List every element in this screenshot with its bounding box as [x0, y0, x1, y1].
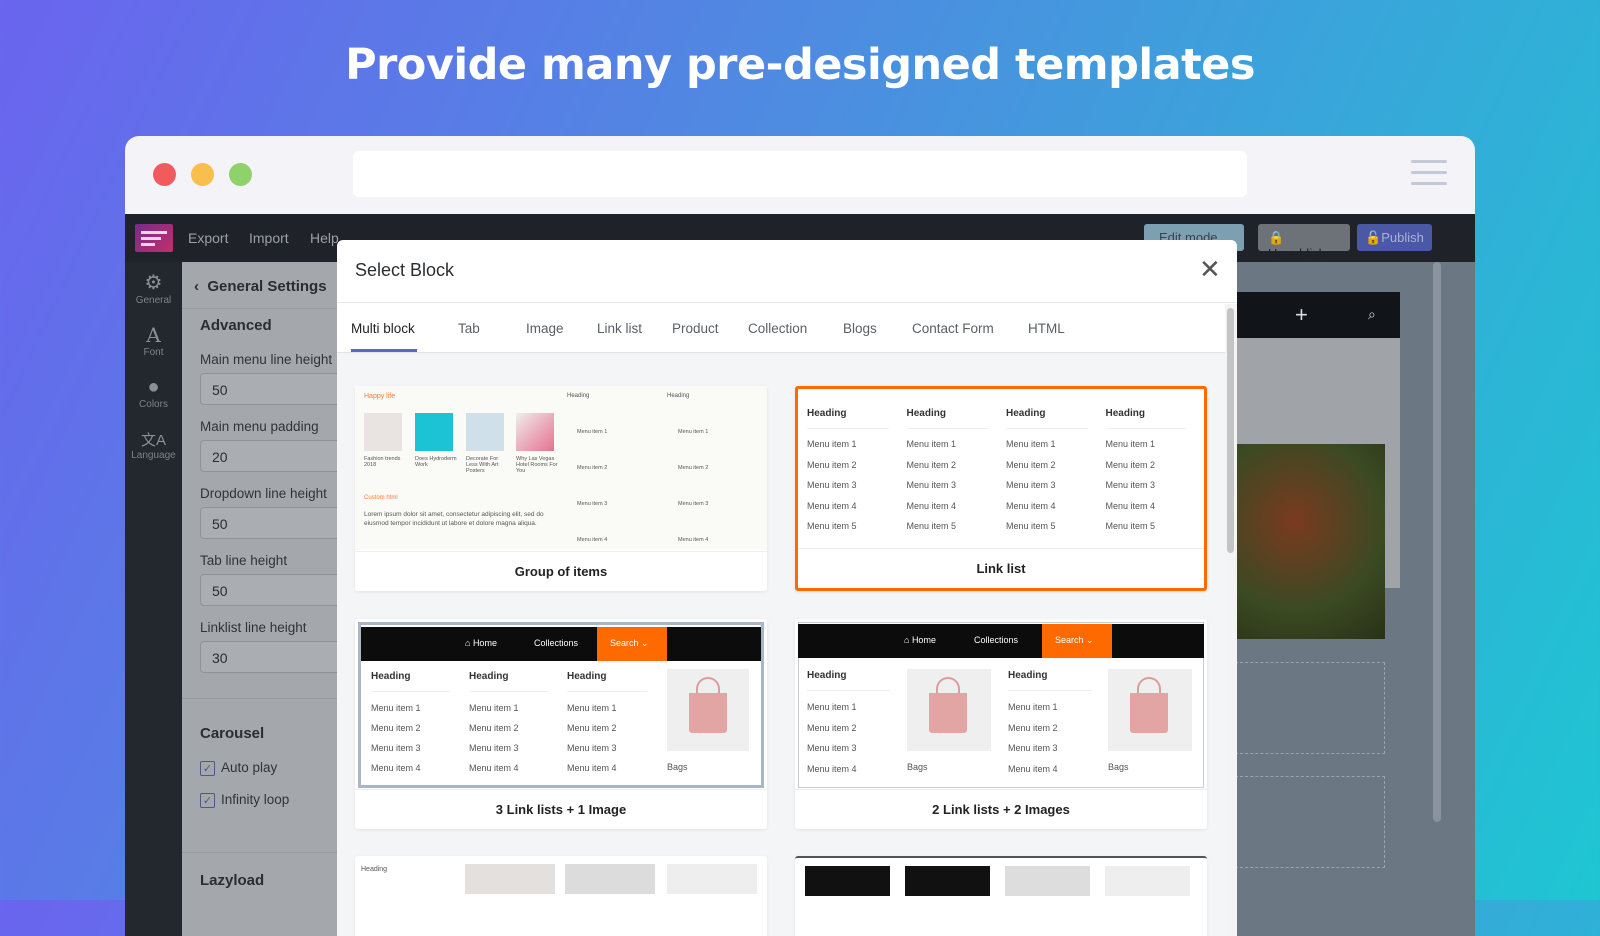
field-label: Dropdown line height — [200, 486, 327, 501]
unlock-icon: 🔓 — [1365, 230, 1382, 245]
image-caption: Bags — [907, 762, 928, 772]
block-card[interactable] — [795, 856, 1207, 936]
tab-blogs[interactable]: Blogs — [843, 321, 877, 336]
post-title: Decorate For Less With Art Posters — [466, 456, 499, 474]
post-title: Does Hydroderm Work — [415, 456, 457, 468]
main-menu-padding-input[interactable]: 20 — [200, 440, 350, 472]
menu-help[interactable]: Help — [310, 230, 339, 246]
plus-icon: + — [1295, 302, 1308, 327]
image-caption: Bags — [667, 762, 688, 772]
preview-heading: Happy life — [364, 393, 396, 400]
post-title: Fashion trends 2018 — [364, 456, 401, 468]
block-card-3-link-lists-1-image[interactable]: ⌂ Home Collections Search ⌄ Heading Menu … — [355, 619, 767, 829]
tab-product[interactable]: Product — [672, 321, 719, 336]
close-icon[interactable]: ✕ — [1199, 254, 1221, 285]
publish-button[interactable]: 🔓Publish — [1357, 224, 1432, 251]
modal-scrollbar[interactable] — [1227, 308, 1234, 553]
sidebar-item-colors[interactable]: ● Colors — [125, 376, 182, 410]
preview-text: Lorem ipsum dolor sit amet, consectetur … — [364, 511, 544, 527]
card-title: 2 Link lists + 2 Images — [795, 789, 1207, 829]
unpublish-button[interactable]: 🔒Unpublish — [1258, 224, 1350, 261]
preview-nav: ⌂ Home Collections Search ⌄ — [361, 627, 761, 661]
infinity-loop-checkbox[interactable]: ✓ Infinity loop — [200, 792, 289, 808]
field-label: Tab line height — [200, 553, 288, 568]
gear-icon: ⚙ — [144, 272, 163, 294]
select-block-modal: Select Block ✕ Multi block Tab Image Lin… — [337, 240, 1237, 936]
block-card-link-list[interactable]: Heading Menu item 1 Menu item 2 Menu item 3… — [795, 386, 1207, 591]
modal-header: Select Block ✕ — [337, 240, 1237, 303]
block-card-2-link-lists-2-images[interactable]: ⌂ Home Collections Search ⌄ Heading Menu … — [795, 619, 1207, 829]
dropdown-line-height-input[interactable]: 50 — [200, 507, 350, 539]
font-icon: A — [146, 323, 161, 347]
section-lazyload: Lazyload — [200, 872, 265, 889]
block-card-group-of-items[interactable]: Happy life Fashion trends 2018 Does Hydr… — [355, 386, 767, 591]
autoplay-checkbox[interactable]: ✓ Auto play — [200, 760, 277, 776]
preview-heading: Heading — [667, 393, 690, 399]
bag-image — [907, 669, 991, 751]
section-carousel: Carousel — [200, 725, 265, 742]
tab-multi-block[interactable]: Multi block — [351, 321, 415, 336]
preview-menu: Menu item 1 Menu item 2 Menu item 3 Menu it… — [678, 429, 709, 543]
card-title: Link list — [798, 548, 1204, 588]
field-label: Main menu line height — [200, 352, 333, 367]
menu-export[interactable]: Export — [188, 230, 228, 246]
card-title: 3 Link lists + 1 Image — [355, 789, 767, 829]
preview-menu: Menu item 1 Menu item 2 Menu item 3 Menu it… — [577, 429, 608, 543]
panel-title: General Settings — [207, 278, 327, 295]
block-tabs: Multi block Tab Image Link list Product … — [337, 304, 1225, 353]
icon-sidebar: ⚙ General A Font ● Colors 文A Language — [125, 262, 182, 936]
canvas-scrollbar[interactable] — [1433, 262, 1441, 822]
preview-heading: Heading — [567, 393, 590, 399]
main-menu-line-height-input[interactable]: 50 — [200, 373, 350, 405]
preview-nav: ⌂ Home Collections Search ⌄ — [798, 624, 1204, 658]
field-label: Main menu padding — [200, 419, 319, 434]
tab-contact-form[interactable]: Contact Form — [912, 321, 994, 336]
menu-import[interactable]: Import — [249, 230, 289, 246]
post-title: Why Las Vegas Hotel Rooms For You — [516, 456, 558, 474]
bag-image — [1108, 669, 1192, 751]
app-logo — [135, 224, 173, 252]
hero-title: Provide many pre-designed templates — [345, 40, 1255, 90]
food-image — [1235, 444, 1385, 639]
linklist-line-height-input[interactable]: 30 — [200, 641, 350, 673]
tab-line-height-input[interactable]: 50 — [200, 574, 350, 606]
preview-canvas: + ⌕ — [1235, 262, 1475, 936]
search-icon: ⌕ — [1368, 306, 1376, 322]
block-card[interactable]: Heading — [355, 856, 767, 936]
address-bar[interactable] — [353, 151, 1247, 197]
tab-collection[interactable]: Collection — [748, 321, 807, 336]
sidebar-item-language[interactable]: 文A Language — [125, 429, 182, 461]
close-dot[interactable] — [153, 163, 176, 186]
sidebar-item-font[interactable]: A Font — [125, 323, 182, 358]
back-button[interactable]: ‹ General Settings — [194, 278, 327, 295]
settings-panel: ‹ General Settings Advanced Main menu li… — [182, 262, 350, 936]
block-grid: Happy life Fashion trends 2018 Does Hydr… — [337, 353, 1225, 936]
tab-tab[interactable]: Tab — [458, 321, 480, 336]
lock-icon: 🔒 — [1268, 230, 1285, 245]
tab-html[interactable]: HTML — [1028, 321, 1065, 336]
minimize-dot[interactable] — [191, 163, 214, 186]
hamburger-menu-icon[interactable] — [1411, 160, 1447, 193]
browser-window: Export Import Help Edit mode 🔒Unpublish … — [125, 136, 1475, 936]
translate-icon: 文A — [140, 432, 166, 449]
image-caption: Bags — [1108, 762, 1129, 772]
modal-title: Select Block — [355, 260, 455, 280]
sidebar-item-general[interactable]: ⚙ General — [125, 270, 182, 306]
tab-link-list[interactable]: Link list — [597, 321, 642, 336]
card-title: Group of items — [355, 551, 767, 591]
link-list-preview: Heading Menu item 1 Menu item 2 Menu item 3… — [807, 408, 1187, 537]
preview-heading: Custom html — [364, 495, 398, 501]
tab-image[interactable]: Image — [526, 321, 564, 336]
palette-icon: ● — [147, 376, 160, 398]
field-label: Linklist line height — [200, 620, 307, 635]
section-advanced: Advanced — [200, 317, 272, 334]
maximize-dot[interactable] — [229, 163, 252, 186]
bag-image — [667, 669, 749, 751]
